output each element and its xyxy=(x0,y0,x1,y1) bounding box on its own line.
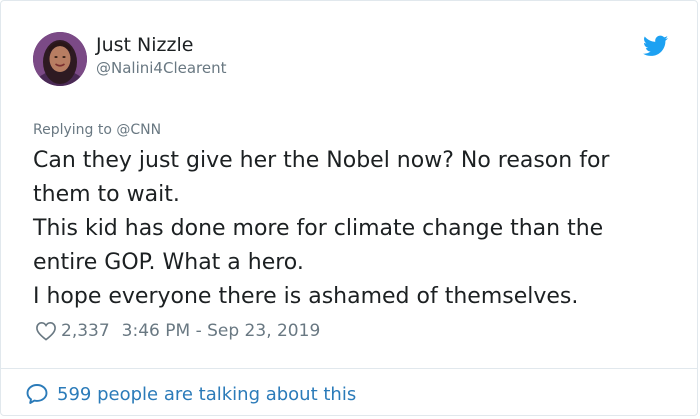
avatar[interactable] xyxy=(33,32,87,86)
tweet-line: I hope everyone there is ashamed of them… xyxy=(33,284,579,309)
tweet-line: This kid has done more for climate chang… xyxy=(33,216,604,275)
conversation-count-text[interactable]: 599 people are talking about this xyxy=(57,384,356,405)
tweet-meta: 2,337 3:46 PM - Sep 23, 2019 xyxy=(35,319,320,343)
tweet-text: Can they just give her the Nobel now? No… xyxy=(33,144,673,314)
like-count[interactable]: 2,337 xyxy=(61,321,110,341)
replying-to-label[interactable]: Replying to @CNN xyxy=(33,121,161,139)
avatar-image xyxy=(33,32,87,86)
speech-bubble-icon xyxy=(26,384,48,404)
conversation-link[interactable]: 599 people are talking about this xyxy=(25,381,356,407)
divider xyxy=(1,368,697,369)
heart-icon[interactable] xyxy=(35,321,57,341)
timestamp[interactable]: 3:46 PM - Sep 23, 2019 xyxy=(122,321,321,341)
twitter-bird-icon[interactable] xyxy=(643,35,668,57)
display-name[interactable]: Just Nizzle xyxy=(96,33,193,57)
user-handle[interactable]: @Nalini4Clearent xyxy=(96,58,226,78)
tweet-line: Can they just give her the Nobel now? No… xyxy=(33,148,610,207)
tweet-card[interactable]: Just Nizzle @Nalini4Clearent Replying to… xyxy=(0,0,698,416)
